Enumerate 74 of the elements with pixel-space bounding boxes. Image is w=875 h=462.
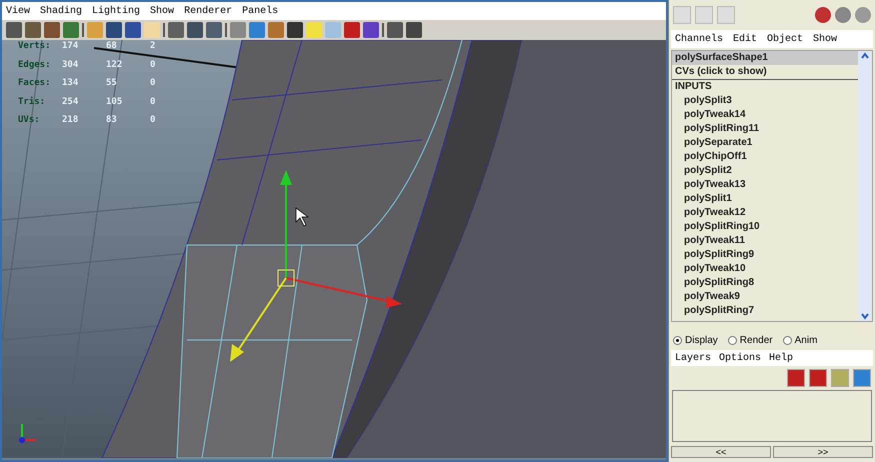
stat-value: 0 <box>150 96 156 108</box>
menu-item[interactable]: Lighting <box>92 4 140 18</box>
radio-label: Render <box>740 334 773 348</box>
stat-value: 122 <box>106 58 124 72</box>
stat-value: 105 <box>106 96 124 108</box>
list-item[interactable]: polyTweak13 <box>672 178 858 192</box>
menu-item[interactable]: Renderer <box>184 4 232 18</box>
toolbar-icon[interactable] <box>835 7 851 23</box>
stat-label: Tris: <box>18 96 46 108</box>
stat-value: 0 <box>150 77 156 90</box>
stat-value: 174 <box>62 40 80 53</box>
menu-item[interactable]: Edit <box>733 32 758 46</box>
list-item[interactable]: polyTweak9 <box>672 290 858 304</box>
layer-tool-icon[interactable] <box>853 369 871 387</box>
stat-value: 254 <box>62 96 80 108</box>
menu-item[interactable]: Help <box>769 350 794 366</box>
layout-icon[interactable] <box>695 6 713 24</box>
toolbar-icon[interactable] <box>815 7 831 23</box>
stat-label: UVs: <box>18 114 41 127</box>
stat-value: 134 <box>62 77 80 90</box>
toolbar-separator <box>382 23 384 37</box>
list-item[interactable]: polyTweak14 <box>672 108 858 122</box>
list-item[interactable]: polySeparate1 <box>672 136 858 150</box>
list-item[interactable]: polySplit2 <box>672 164 858 178</box>
section-heading: INPUTS <box>674 80 713 94</box>
list-item[interactable]: polyTweak11 <box>672 234 858 248</box>
nav-button[interactable]: << <box>671 446 771 458</box>
stat-value: 0 <box>150 58 156 72</box>
stat-label: Edges: <box>18 58 52 72</box>
nav-button[interactable]: >> <box>773 446 873 458</box>
menu-item[interactable]: Panels <box>242 4 278 18</box>
stat-value: 218 <box>62 114 80 127</box>
menu-item[interactable]: Options <box>719 350 762 366</box>
toolbar-separator <box>225 23 227 37</box>
list-item[interactable]: CVs (click to show) <box>672 65 858 80</box>
scrollbar[interactable] <box>858 51 872 321</box>
list-item[interactable]: polySplitRing10 <box>672 220 858 234</box>
toolbar-separator <box>82 23 84 37</box>
stat-value: 304 <box>62 58 80 72</box>
list-item[interactable]: polyTweak10 <box>672 262 858 276</box>
list-item[interactable]: polySplitRing8 <box>672 276 858 290</box>
menu-item[interactable]: Show <box>150 4 174 18</box>
stat-value: 55 <box>106 77 118 90</box>
list-item[interactable]: polySplit3 <box>672 94 858 108</box>
menu-item[interactable]: Show <box>813 32 838 46</box>
list-item[interactable]: polySplit1 <box>672 192 858 206</box>
toolbar-icon[interactable] <box>855 7 871 23</box>
stat-value: 0 <box>150 114 156 127</box>
radio-label: Anim <box>794 334 818 348</box>
menu-item[interactable]: Layers <box>675 350 712 366</box>
menu-item[interactable]: Channels <box>675 32 724 46</box>
stat-value: 68 <box>106 40 118 53</box>
layer-tool-icon[interactable] <box>809 369 827 387</box>
list-item[interactable]: polySplitRing11 <box>672 122 858 136</box>
radio-button[interactable] <box>673 336 682 344</box>
stat-value: 2 <box>150 40 156 53</box>
radio-label: Display <box>685 334 718 348</box>
stat-label: Faces: <box>18 77 52 90</box>
list-item[interactable]: polySplitRing9 <box>672 248 858 262</box>
list-item[interactable]: polyChipOff1 <box>672 150 858 164</box>
stat-label: Verts: <box>18 40 52 53</box>
toolbar-separator <box>163 23 165 37</box>
stat-value: 83 <box>106 114 118 127</box>
layout-icon[interactable] <box>717 6 735 24</box>
menu-item[interactable]: View <box>6 4 30 18</box>
list-item[interactable]: polySurfaceShape1 <box>672 51 858 65</box>
layer-tool-icon[interactable] <box>787 369 805 387</box>
list-item[interactable]: polySplitRing7 <box>672 304 858 318</box>
layout-icon[interactable] <box>673 6 691 24</box>
list-item[interactable]: polyTweak12 <box>672 206 858 220</box>
radio-button[interactable] <box>782 336 792 344</box>
menu-item[interactable]: Shading <box>40 4 82 18</box>
menu-item[interactable]: Object <box>767 32 804 46</box>
radio-button[interactable] <box>728 336 737 344</box>
